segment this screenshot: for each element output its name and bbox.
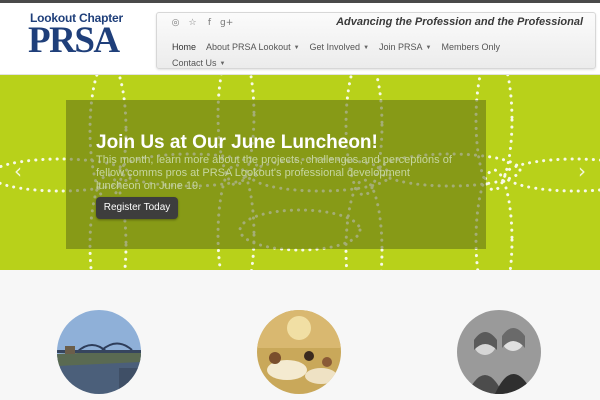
twitter-icon[interactable]: ☆ [186, 17, 199, 29]
site-header: Lookout Chapter PRSA ◎ ☆ f g+ Advancing … [0, 3, 600, 75]
bridge-photo[interactable] [57, 310, 141, 394]
hero-description: This month, learn more about the project… [96, 154, 452, 192]
luncheon-photo[interactable] [257, 310, 341, 394]
caret-down-icon: ▼ [293, 44, 300, 51]
nav-members-only[interactable]: Members Only [437, 39, 506, 55]
caret-down-icon: ▼ [363, 44, 370, 51]
hero-title: Join Us at Our June Luncheon! [96, 132, 378, 153]
nav-get-involved-label: Get Involved [309, 42, 361, 52]
prsa-logo[interactable]: Lookout Chapter PRSA [28, 9, 146, 65]
nav-join-label: Join PRSA [379, 42, 423, 52]
nav-members-only-label: Members Only [441, 42, 501, 52]
nav-contact-label: Contact Us [172, 58, 217, 68]
nav-home-label: Home [172, 42, 197, 52]
navigation-box: ◎ ☆ f g+ Advancing the Profession and th… [156, 12, 596, 69]
google-plus-icon[interactable]: g+ [220, 17, 233, 29]
caret-down-icon: ▼ [425, 44, 432, 51]
main-menu: Home About PRSA Lookout ▼ Get Involved ▼ J… [167, 39, 587, 71]
nav-home[interactable]: Home [167, 39, 201, 55]
chevron-left-icon[interactable]: ‹ [10, 159, 26, 183]
register-today-button[interactable]: Register Today [96, 197, 178, 219]
facebook-icon[interactable]: f [203, 17, 216, 29]
feature-section [0, 270, 600, 400]
hero-caption-panel: Join Us at Our June Luncheon! This month… [66, 100, 486, 249]
chevron-right-icon[interactable]: › [574, 159, 590, 183]
site-tagline: Advancing the Profession and the Profess… [336, 16, 583, 28]
members-photo[interactable] [457, 310, 541, 394]
nav-about[interactable]: About PRSA Lookout ▼ [201, 39, 305, 55]
nav-get-involved[interactable]: Get Involved ▼ [305, 39, 374, 55]
nav-join[interactable]: Join PRSA ▼ [374, 39, 436, 55]
logo-wordmark: PRSA [28, 20, 120, 61]
caret-down-icon: ▼ [219, 60, 226, 67]
social-links: ◎ ☆ f g+ [169, 17, 234, 29]
nav-contact[interactable]: Contact Us ▼ [167, 55, 230, 71]
hero-slider: Join Us at Our June Luncheon! This month… [0, 75, 600, 270]
rss-icon[interactable]: ◎ [169, 17, 182, 29]
nav-about-label: About PRSA Lookout [206, 42, 291, 52]
